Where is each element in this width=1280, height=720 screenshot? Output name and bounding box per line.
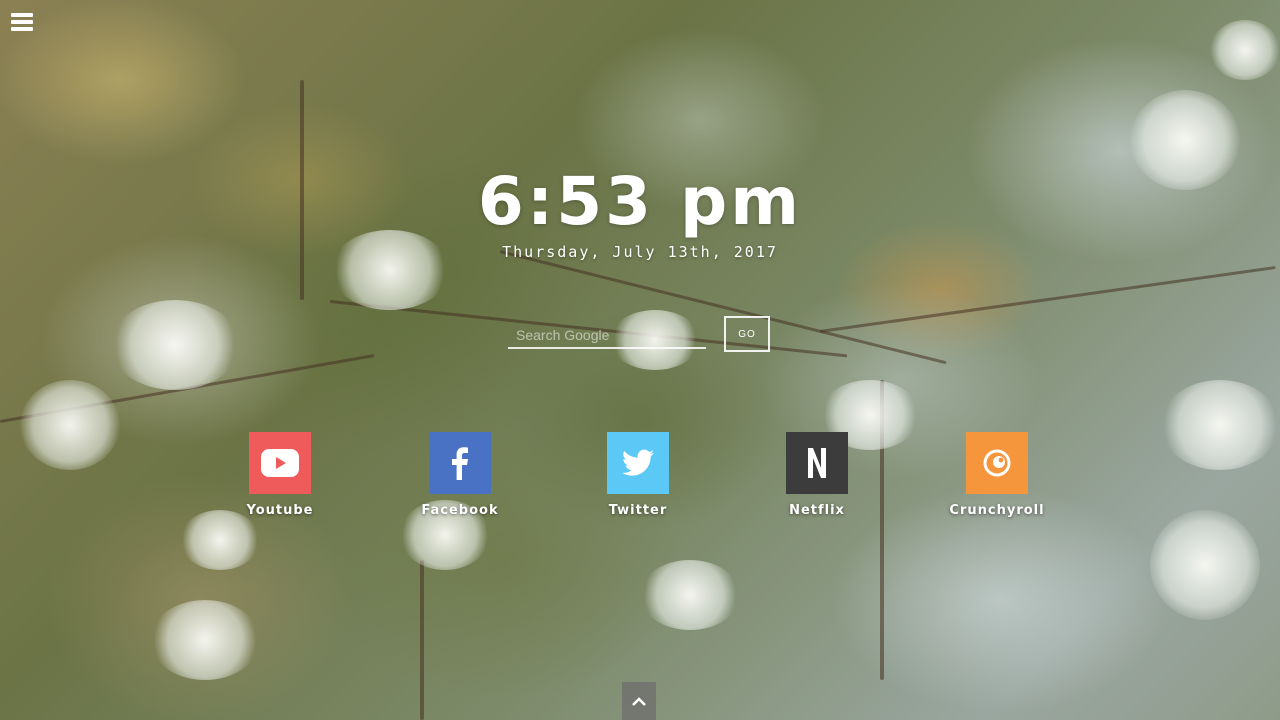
netflix-icon — [786, 432, 848, 494]
scroll-up-button[interactable] — [622, 682, 656, 720]
shortcut-netflix[interactable]: Netflix — [747, 432, 887, 518]
hamburger-menu-icon — [11, 13, 33, 17]
go-button[interactable]: GO — [724, 316, 770, 352]
clock-date: Thursday, July 13th, 2017 — [502, 243, 778, 261]
youtube-icon — [249, 432, 311, 494]
crunchyroll-icon — [966, 432, 1028, 494]
twitter-icon — [607, 432, 669, 494]
shortcut-label: Facebook — [421, 503, 499, 518]
shortcut-label: Crunchyroll — [949, 503, 1045, 518]
shortcut-youtube[interactable]: Youtube — [210, 432, 350, 518]
shortcut-crunchyroll[interactable]: Crunchyroll — [927, 432, 1067, 518]
facebook-icon — [429, 432, 491, 494]
shortcut-label: Youtube — [246, 503, 314, 518]
shortcut-twitter[interactable]: Twitter — [568, 432, 708, 518]
shortcut-label: Twitter — [608, 503, 668, 518]
search-input[interactable] — [508, 323, 706, 349]
shortcut-facebook[interactable]: Facebook — [390, 432, 530, 518]
clock-time: 6:53 pm — [477, 163, 803, 240]
background-image — [0, 0, 1280, 720]
menu-button[interactable] — [11, 13, 33, 33]
shortcut-label: Netflix — [789, 503, 845, 518]
chevron-up-icon — [632, 697, 646, 706]
